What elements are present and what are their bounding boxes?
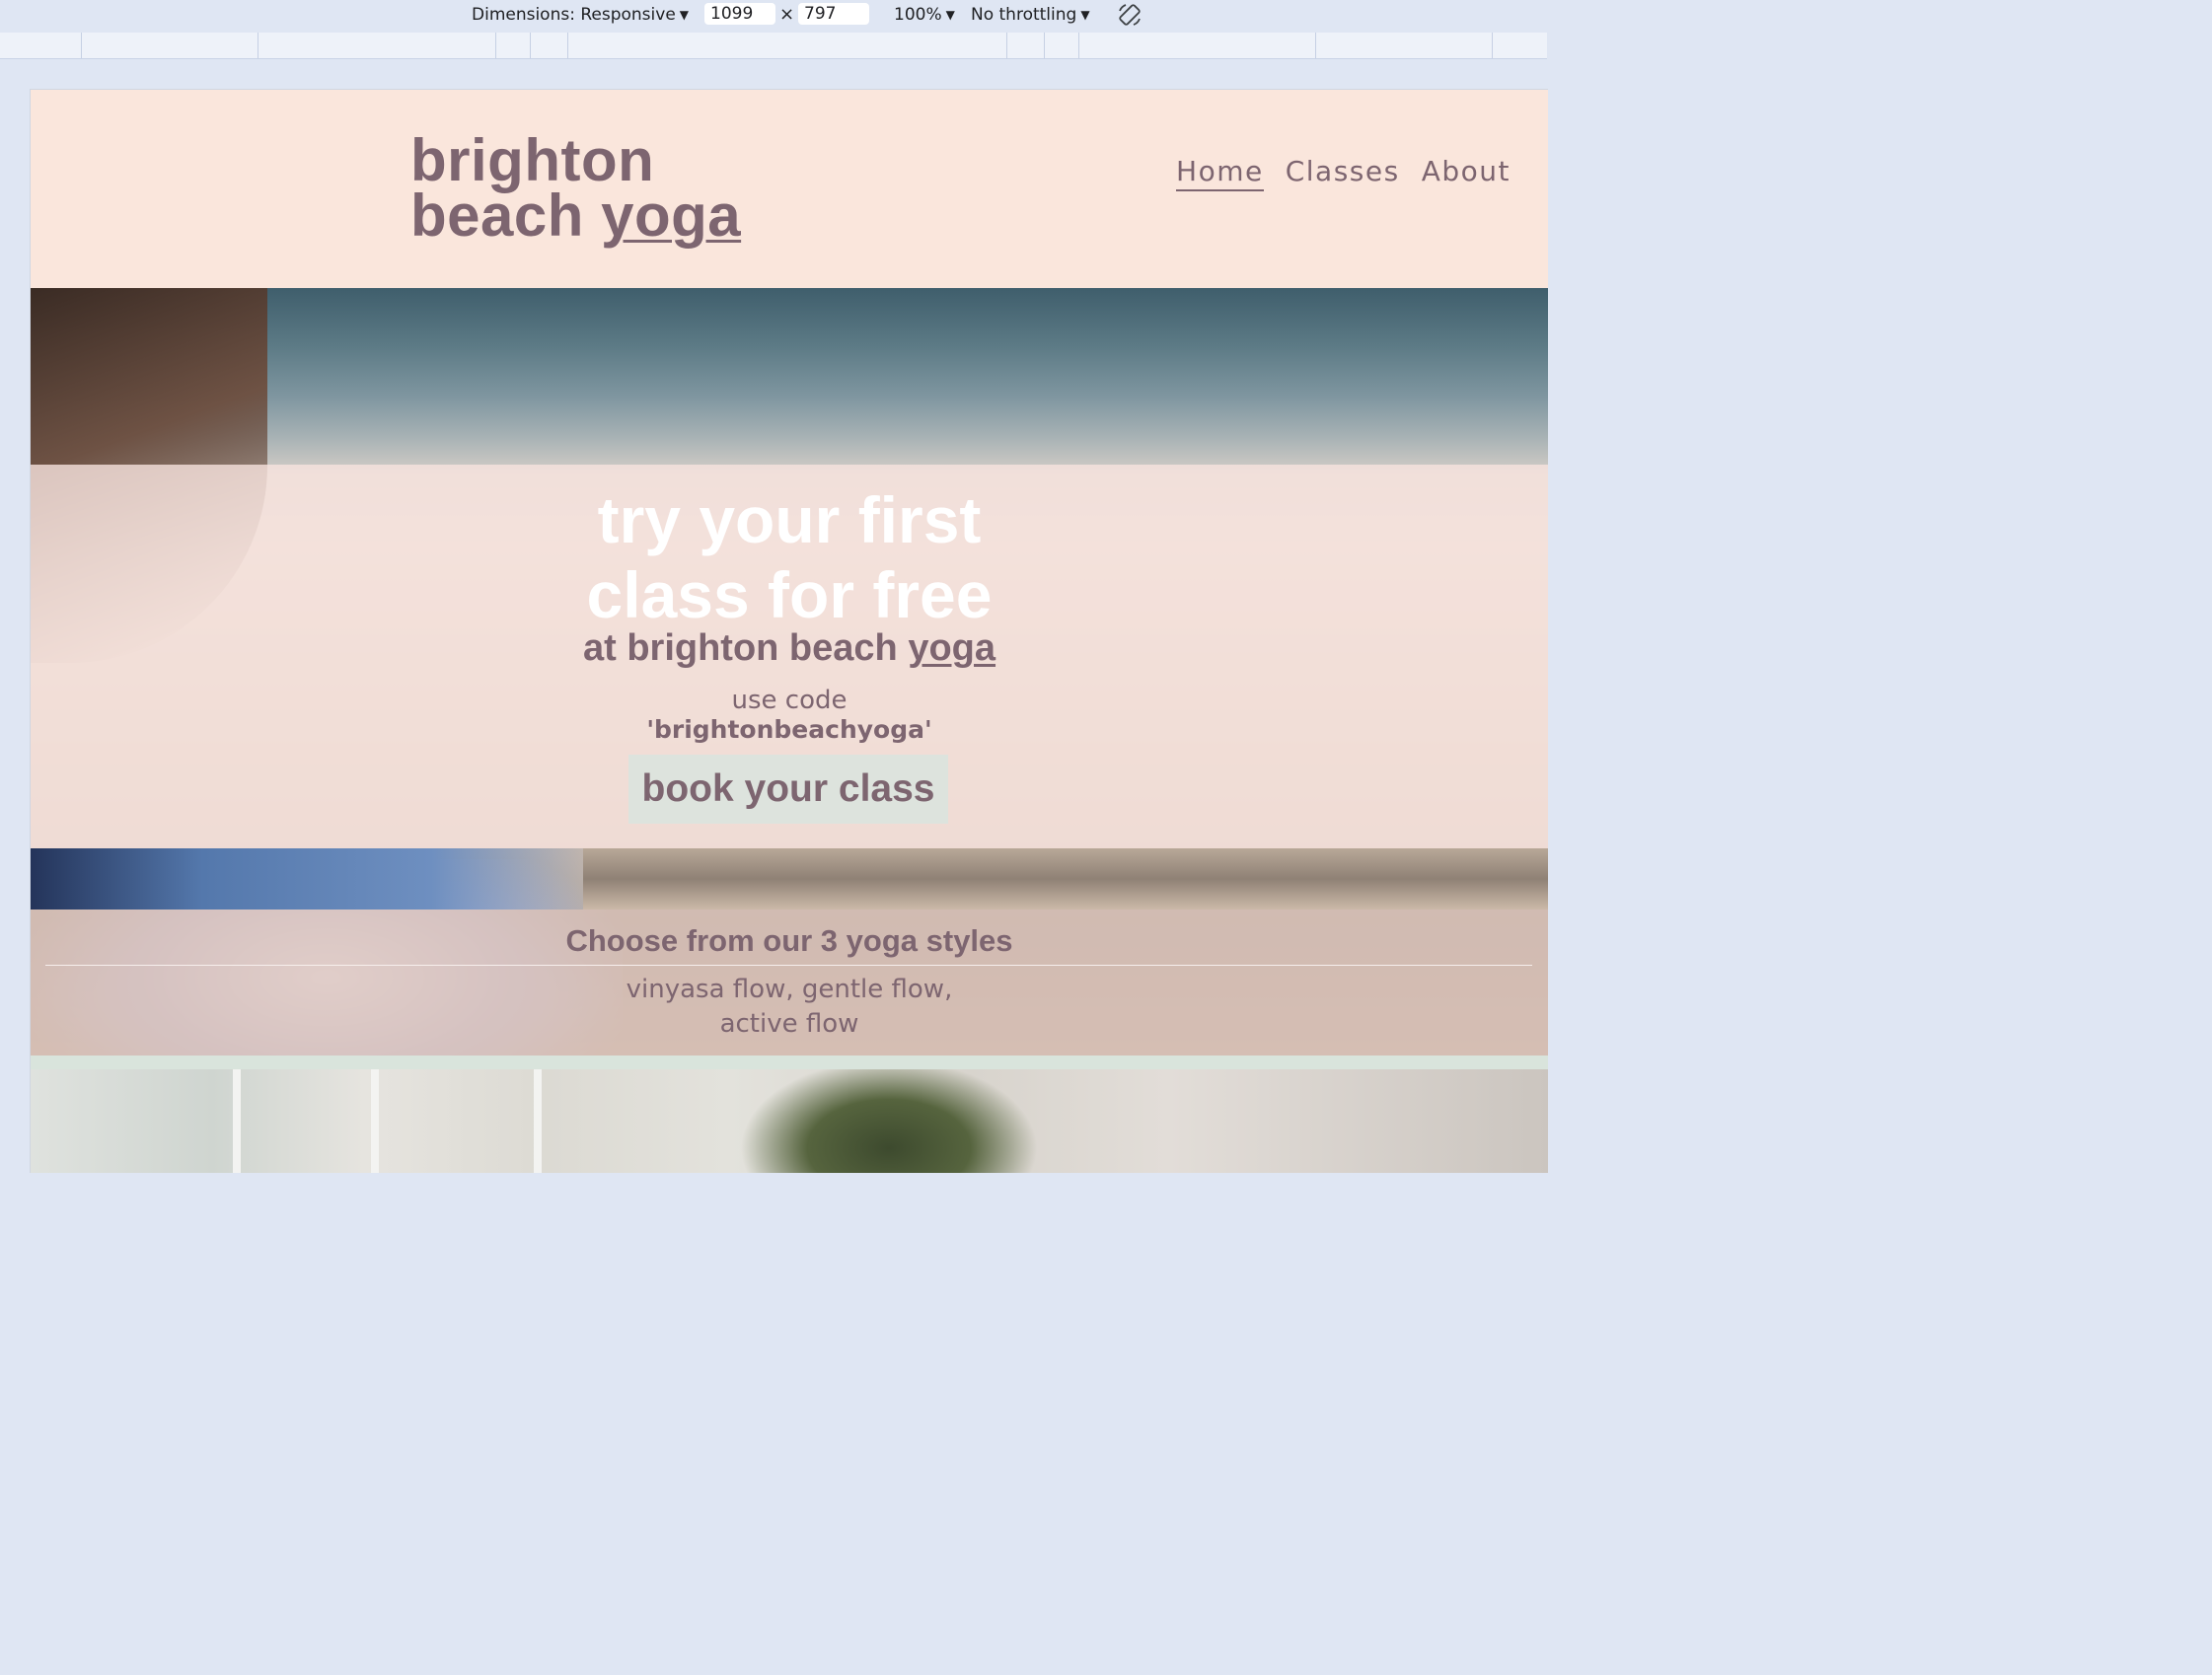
main-nav: Home Classes About: [1176, 155, 1511, 191]
window-frame: [371, 1069, 379, 1173]
ruler-tick: [567, 33, 568, 58]
throttling-dropdown[interactable]: No throttling ▼: [971, 3, 1090, 27]
dimensions-dropdown[interactable]: Dimensions: Responsive ▼: [472, 3, 689, 27]
photo-sand: [583, 848, 1548, 910]
site-header: brighton beach yoga Home Classes About: [31, 90, 1548, 288]
nav-classes[interactable]: Classes: [1286, 155, 1400, 191]
styles-list: vinyasa flow, gentle flow, active flow: [31, 973, 1548, 1042]
nav-home[interactable]: Home: [1176, 155, 1264, 191]
window-frame: [233, 1069, 241, 1173]
height-input[interactable]: 797: [798, 3, 869, 25]
section-divider-band: [31, 1056, 1548, 1069]
styles-heading: Choose from our 3 yoga styles: [565, 923, 1013, 958]
hero-title-line2: class for free: [586, 558, 993, 631]
ruler-tick: [1044, 33, 1045, 58]
hero-title: try your first class for free: [31, 482, 1548, 632]
ruler-tick: [1006, 33, 1007, 58]
ruler-tick: [530, 33, 531, 58]
logo-line2-yoga: yoga: [601, 182, 742, 249]
hero-subtitle-prefix: at brighton beach: [582, 627, 909, 669]
dimensions-label: Dimensions: Responsive: [472, 5, 676, 25]
site-logo[interactable]: brighton beach yoga: [410, 131, 741, 246]
caret-down-icon: ▼: [1080, 8, 1090, 22]
rotate-icon[interactable]: [1117, 2, 1143, 28]
media-query-ruler[interactable]: [0, 33, 1547, 59]
photo-pants: [31, 848, 603, 910]
hero-title-line1: try your first: [597, 483, 982, 556]
styles-list-line2: active flow: [719, 1009, 859, 1039]
book-class-button[interactable]: book your class: [628, 755, 948, 824]
hero-subtitle-yoga: yoga: [908, 627, 996, 669]
ruler-tick: [81, 33, 82, 58]
ruler-tick: [1315, 33, 1316, 58]
caret-down-icon: ▼: [679, 8, 690, 22]
promo-line: use code: [731, 686, 848, 715]
zoom-label: 100%: [894, 5, 942, 25]
styles-list-line1: vinyasa flow, gentle flow,: [626, 975, 953, 1004]
promo-code: 'brightonbeachyoga': [646, 715, 932, 744]
window-frame: [534, 1069, 542, 1173]
page-viewport: brighton beach yoga Home Classes About t…: [30, 89, 1548, 1173]
dimension-separator: ×: [779, 4, 795, 25]
logo-line2-prefix: beach: [410, 182, 602, 249]
hero-subtitle: at brighton beach yoga: [31, 626, 1548, 670]
caret-down-icon: ▼: [945, 8, 955, 22]
device-toolbar: Dimensions: Responsive ▼ 1099 × 797 100% ▼…: [0, 0, 1547, 30]
nav-about[interactable]: About: [1422, 155, 1511, 191]
zoom-dropdown[interactable]: 100% ▼: [894, 3, 955, 27]
styles-divider: [45, 965, 1532, 966]
ruler-tick: [495, 33, 496, 58]
ruler-tick: [1492, 33, 1493, 58]
yoga-styles-section: Choose from our 3 yoga styles vinyasa fl…: [31, 910, 1548, 1056]
hero-promo: try your first class for free at brighto…: [31, 465, 1548, 848]
throttling-label: No throttling: [971, 5, 1077, 25]
ruler-tick: [1078, 33, 1079, 58]
plant-image: [741, 1069, 1037, 1173]
width-input[interactable]: 1099: [704, 3, 775, 25]
